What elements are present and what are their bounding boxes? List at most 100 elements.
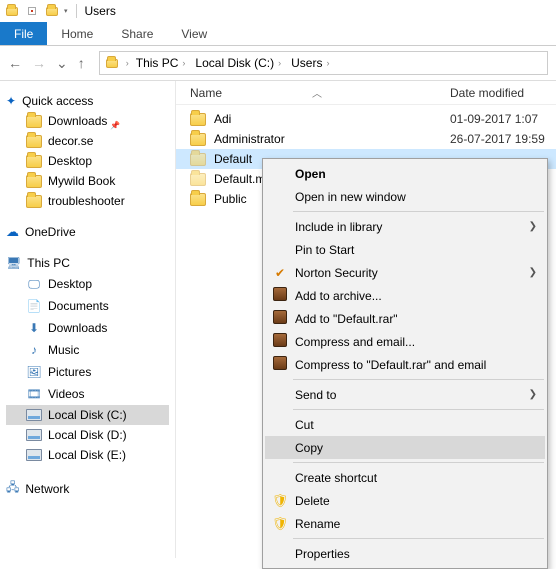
tab-view[interactable]: View [167,22,221,45]
quick-access-group[interactable]: ✦Quick access [6,91,169,111]
folder-icon [190,193,206,206]
disk-icon [26,429,42,441]
desktop-icon: 🖵 [26,276,42,292]
chevron-right-icon: ❯ [529,267,537,278]
pin-icon: 📌 [110,121,120,130]
sidebar-pc-documents[interactable]: 📄Documents [6,295,169,317]
disk-icon [26,409,42,421]
separator [293,211,544,212]
nav-forward-icon[interactable]: → [32,55,46,71]
videos-icon: 🎞 [26,386,42,402]
table-row[interactable]: Administrator 26-07-2017 19:59 [176,129,556,149]
ctx-compress-default-email[interactable]: Compress to "Default.rar" and email [265,353,545,376]
ctx-create-shortcut[interactable]: Create shortcut [265,466,545,489]
context-menu: Open Open in new window Include in libra… [262,158,548,569]
sidebar-item-downloads[interactable]: Downloads📌 [6,111,169,131]
onedrive-group[interactable]: ☁OneDrive [6,221,169,243]
address-bar[interactable]: › This PC› Local Disk (C:)› Users› [99,51,548,75]
shield-icon: 🛡 [271,493,289,509]
ctx-compress-email[interactable]: Compress and email... [265,330,545,353]
pc-icon: 🖥 [6,256,21,270]
nav-row: ← → ⌄ ↑ › This PC› Local Disk (C:)› User… [0,46,556,80]
sidebar-item-troubleshooter[interactable]: troubleshooter [6,191,169,211]
ctx-properties[interactable]: Properties [265,542,545,565]
star-icon: ✦ [6,94,16,108]
chevron-right-icon: ❯ [529,389,537,400]
table-row[interactable]: Adi 01-09-2017 1:07 [176,109,556,129]
sidebar-pc-disk-e[interactable]: Local Disk (E:) [6,445,169,465]
ctx-include-library[interactable]: Include in library❯ [265,215,545,238]
separator [293,538,544,539]
sidebar-item-desktop[interactable]: Desktop [6,151,169,171]
ctx-pin-start[interactable]: Pin to Start [265,238,545,261]
ctx-send-to[interactable]: Send to❯ [265,383,545,406]
window-title: Users [85,4,116,18]
sidebar-pc-disk-c[interactable]: Local Disk (C:) [6,405,169,425]
column-date[interactable]: Date modified [450,86,556,100]
network-icon: 🖧 [6,478,19,499]
ctx-norton[interactable]: ✔Norton Security❯ [265,261,545,284]
folder-icon [190,173,206,186]
ctx-rename[interactable]: 🛡Rename [265,512,545,535]
address-part-thispc[interactable]: This PC› [133,54,189,72]
separator [293,409,544,410]
nav-recent-icon[interactable]: ⌄ [56,55,68,72]
network-group[interactable]: 🖧Network [6,475,169,502]
ctx-copy[interactable]: Copy [265,436,545,459]
documents-icon: 📄 [26,298,42,314]
nav-back-icon[interactable]: ← [8,55,22,71]
ctx-open-new-window[interactable]: Open in new window [265,185,545,208]
sidebar-pc-downloads[interactable]: ⬇Downloads [6,317,169,339]
sidebar-item-mywild[interactable]: Mywild Book [6,171,169,191]
ribbon-tabs: File Home Share View [0,22,556,46]
column-headers: Name︿ Date modified [176,81,556,105]
column-name[interactable]: Name︿ [190,85,450,100]
archive-icon [271,356,289,373]
sidebar-pc-videos[interactable]: 🎞Videos [6,383,169,405]
tab-home[interactable]: Home [47,22,107,45]
ctx-delete[interactable]: 🛡Delete [265,489,545,512]
qat-properties-icon[interactable] [24,3,40,19]
folder-small-icon [4,3,20,19]
shield-icon: 🛡 [271,516,289,532]
address-part-users[interactable]: Users› [288,54,332,72]
pictures-icon: 🖼 [26,364,42,380]
nav-arrows: ← → ⌄ ↑ [8,55,85,72]
nav-pane: ✦Quick access Downloads📌 decor.se Deskto… [0,81,175,558]
chevron-right-icon[interactable]: › [126,58,129,68]
qat-customize-icon[interactable]: ▾ [64,7,68,15]
archive-icon [271,287,289,304]
address-folder-icon [104,55,120,71]
norton-icon: ✔ [271,266,289,280]
sidebar-pc-desktop[interactable]: 🖵Desktop [6,273,169,295]
ctx-add-default-rar[interactable]: Add to "Default.rar" [265,307,545,330]
thispc-group[interactable]: 🖥This PC [6,253,169,273]
archive-icon [271,333,289,350]
chevron-right-icon: ❯ [529,221,537,232]
tab-share[interactable]: Share [107,22,167,45]
separator [293,462,544,463]
cloud-icon: ☁ [6,224,19,240]
ctx-open[interactable]: Open [265,162,545,185]
sidebar-pc-disk-d[interactable]: Local Disk (D:) [6,425,169,445]
qat-newfolder-icon[interactable] [44,3,60,19]
sidebar-pc-music[interactable]: ♪Music [6,339,169,361]
sidebar-pc-pictures[interactable]: 🖼Pictures [6,361,169,383]
folder-icon [190,113,206,126]
downloads-icon: ⬇ [26,320,42,336]
music-icon: ♪ [26,342,42,358]
address-part-drive[interactable]: Local Disk (C:)› [192,54,284,72]
disk-icon [26,449,42,461]
sidebar-item-decor[interactable]: decor.se [6,131,169,151]
tab-file[interactable]: File [0,22,47,45]
divider [76,4,77,18]
titlebar: ▾ Users [0,0,556,22]
nav-up-icon[interactable]: ↑ [78,55,85,71]
archive-icon [271,310,289,327]
sort-indicator-icon: ︿ [312,85,322,100]
ctx-cut[interactable]: Cut [265,413,545,436]
folder-icon [190,153,206,166]
folder-icon [190,133,206,146]
separator [293,379,544,380]
ctx-add-archive[interactable]: Add to archive... [265,284,545,307]
